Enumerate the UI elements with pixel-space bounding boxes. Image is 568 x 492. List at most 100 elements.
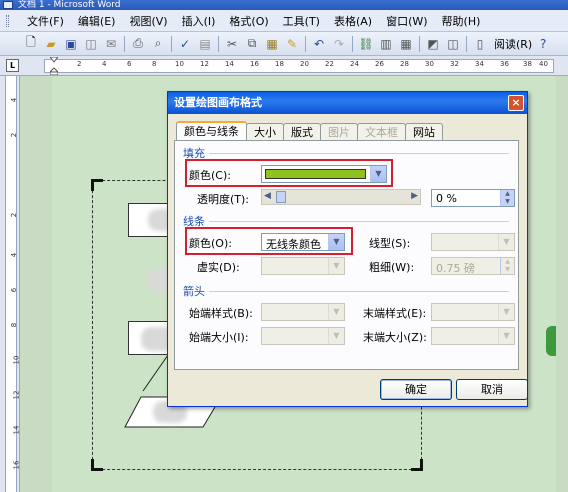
- chevron-down-icon: ▼: [498, 234, 514, 250]
- cancel-button[interactable]: 取消: [456, 379, 528, 400]
- menu-help[interactable]: 帮助(H): [437, 11, 486, 31]
- standard-toolbar: 🗋 ▰ ▣ ◫ ✉ ⎙ ⌕ ✓ ▤ ✂ ⧉ ▦ ✎ ↶ ↷ ⛓ ▥ ▦ ◩ ◫ …: [0, 32, 568, 56]
- weight-label: 粗细(W):: [369, 261, 415, 274]
- ok-button[interactable]: 确定: [380, 379, 452, 400]
- ruler-tick: 34: [475, 60, 484, 68]
- vruler-tick: 2: [10, 132, 19, 138]
- canvas-crop-handle[interactable]: [91, 459, 103, 471]
- canvas-crop-handle[interactable]: [91, 179, 103, 191]
- chevron-down-icon: ▼: [328, 258, 344, 274]
- insert-table-icon[interactable]: ▦: [397, 35, 415, 53]
- menu-bar: 文件(F) 编辑(E) 视图(V) 插入(I) 格式(O) 工具(T) 表格(A…: [0, 10, 568, 32]
- side-tab-icon[interactable]: [546, 326, 556, 356]
- ruler-strip[interactable]: 2 4 6 8 10 12 14 16 18 20 22 24 26 28 30…: [44, 59, 554, 73]
- menu-insert[interactable]: 插入(I): [177, 11, 221, 31]
- chevron-down-icon: ▼: [498, 304, 514, 320]
- print-icon[interactable]: ⎙: [129, 35, 147, 53]
- tab-layout[interactable]: 版式: [283, 123, 321, 140]
- tab-colors-lines[interactable]: 颜色与线条: [176, 121, 247, 140]
- begin-size-label: 始端大小(I):: [189, 331, 249, 344]
- cut-icon[interactable]: ✂: [223, 35, 241, 53]
- print-preview-icon[interactable]: ⌕: [149, 35, 167, 53]
- dash-label: 虚实(D):: [197, 261, 240, 274]
- window-title-bar: 文档 1 - Microsoft Word: [0, 0, 568, 10]
- menu-view[interactable]: 视图(V): [124, 11, 172, 31]
- slider-left-arrow-icon[interactable]: ◀: [264, 191, 271, 201]
- begin-style-label: 始端样式(B):: [189, 307, 253, 320]
- line-style-label: 线型(S):: [369, 237, 411, 250]
- toolbar-separator: [305, 35, 306, 52]
- tables-borders-icon[interactable]: ▥: [377, 35, 395, 53]
- weight-value: 0.75 磅: [436, 262, 475, 275]
- paste-icon[interactable]: ▦: [263, 35, 281, 53]
- indent-marker-icon[interactable]: [50, 57, 58, 75]
- ruler-tick: 24: [350, 60, 359, 68]
- chevron-down-icon: ▼: [498, 328, 514, 344]
- ruler-tick: 28: [400, 60, 409, 68]
- transparency-slider[interactable]: ◀ ▶: [261, 189, 421, 205]
- help-icon[interactable]: ?: [534, 35, 552, 53]
- tab-web[interactable]: 网站: [405, 123, 443, 140]
- end-size-dropdown: ▼: [431, 327, 515, 345]
- email-icon[interactable]: ✉: [102, 35, 120, 53]
- menu-edit[interactable]: 编辑(E): [73, 11, 121, 31]
- ruler-tick: 18: [275, 60, 284, 68]
- spelling-icon[interactable]: ✓: [176, 35, 194, 53]
- ruler-tick: 14: [225, 60, 234, 68]
- menu-format[interactable]: 格式(O): [224, 11, 273, 31]
- menu-tools[interactable]: 工具(T): [278, 11, 325, 31]
- ruler-tick: 40: [539, 60, 548, 68]
- transparency-label: 透明度(T):: [197, 193, 250, 206]
- copy-icon[interactable]: ⧉: [243, 35, 261, 53]
- toolbar-grip-icon[interactable]: [6, 15, 9, 27]
- weight-spinner: 0.75 磅 ▲ ▼: [431, 257, 515, 275]
- canvas-crop-handle[interactable]: [411, 459, 423, 471]
- menu-window[interactable]: 窗口(W): [381, 11, 432, 31]
- ruler-tick: 30: [425, 60, 434, 68]
- ruler-tick: 10: [175, 60, 184, 68]
- end-style-dropdown: ▼: [431, 303, 515, 321]
- tab-textbox: 文本框: [357, 123, 406, 140]
- read-icon[interactable]: ▯: [471, 35, 489, 53]
- slider-thumb[interactable]: [276, 191, 286, 203]
- tab-selector[interactable]: L: [6, 59, 19, 72]
- format-canvas-dialog: 设置绘图画布格式 × 颜色与线条 大小 版式 图片 文本框 网站 填充 颜色(C…: [167, 91, 528, 407]
- ruler-tick: 2: [77, 60, 82, 68]
- toolbar-separator: [352, 35, 353, 52]
- new-document-icon[interactable]: 🗋: [22, 35, 40, 53]
- hyperlink-icon[interactable]: ⛓: [357, 35, 375, 53]
- spin-down-icon[interactable]: ▼: [500, 198, 514, 206]
- slider-right-arrow-icon[interactable]: ▶: [411, 191, 418, 201]
- section-divider: [209, 291, 509, 292]
- chevron-down-icon: ▼: [328, 304, 344, 320]
- vertical-ruler-strip[interactable]: 4 2 2 4 6 8 10 12 14 16: [5, 76, 20, 492]
- drawing-icon[interactable]: ◩: [424, 35, 442, 53]
- begin-size-dropdown: ▼: [261, 327, 345, 345]
- menu-table[interactable]: 表格(A): [329, 11, 377, 31]
- read-button[interactable]: 阅读(R): [494, 36, 532, 52]
- ruler-tick: 36: [500, 60, 509, 68]
- menu-file[interactable]: 文件(F): [22, 11, 69, 31]
- toolbar-separator: [171, 35, 172, 52]
- dialog-tabs: 颜色与线条 大小 版式 图片 文本框 网站: [176, 121, 443, 141]
- redo-icon[interactable]: ↷: [330, 35, 348, 53]
- format-painter-icon[interactable]: ✎: [283, 35, 301, 53]
- ruler-tick: 38: [523, 60, 532, 68]
- transparency-value: 0 %: [436, 192, 457, 205]
- chevron-down-icon: ▼: [328, 328, 344, 344]
- vruler-tick: 6: [10, 287, 19, 293]
- tab-size[interactable]: 大小: [246, 123, 284, 140]
- vruler-tick: 2: [10, 212, 19, 218]
- document-map-icon[interactable]: ◫: [444, 35, 462, 53]
- permission-icon[interactable]: ◫: [82, 35, 100, 53]
- spin-up-icon: ▲: [500, 258, 514, 266]
- spin-up-icon[interactable]: ▲: [500, 190, 514, 198]
- toolbar-separator: [218, 35, 219, 52]
- close-icon[interactable]: ×: [508, 95, 524, 111]
- research-icon[interactable]: ▤: [196, 35, 214, 53]
- open-folder-icon[interactable]: ▰: [42, 35, 60, 53]
- undo-icon[interactable]: ↶: [310, 35, 328, 53]
- ruler-tick: 4: [102, 60, 107, 68]
- save-icon[interactable]: ▣: [62, 35, 80, 53]
- transparency-spinner[interactable]: 0 % ▲ ▼: [431, 189, 515, 207]
